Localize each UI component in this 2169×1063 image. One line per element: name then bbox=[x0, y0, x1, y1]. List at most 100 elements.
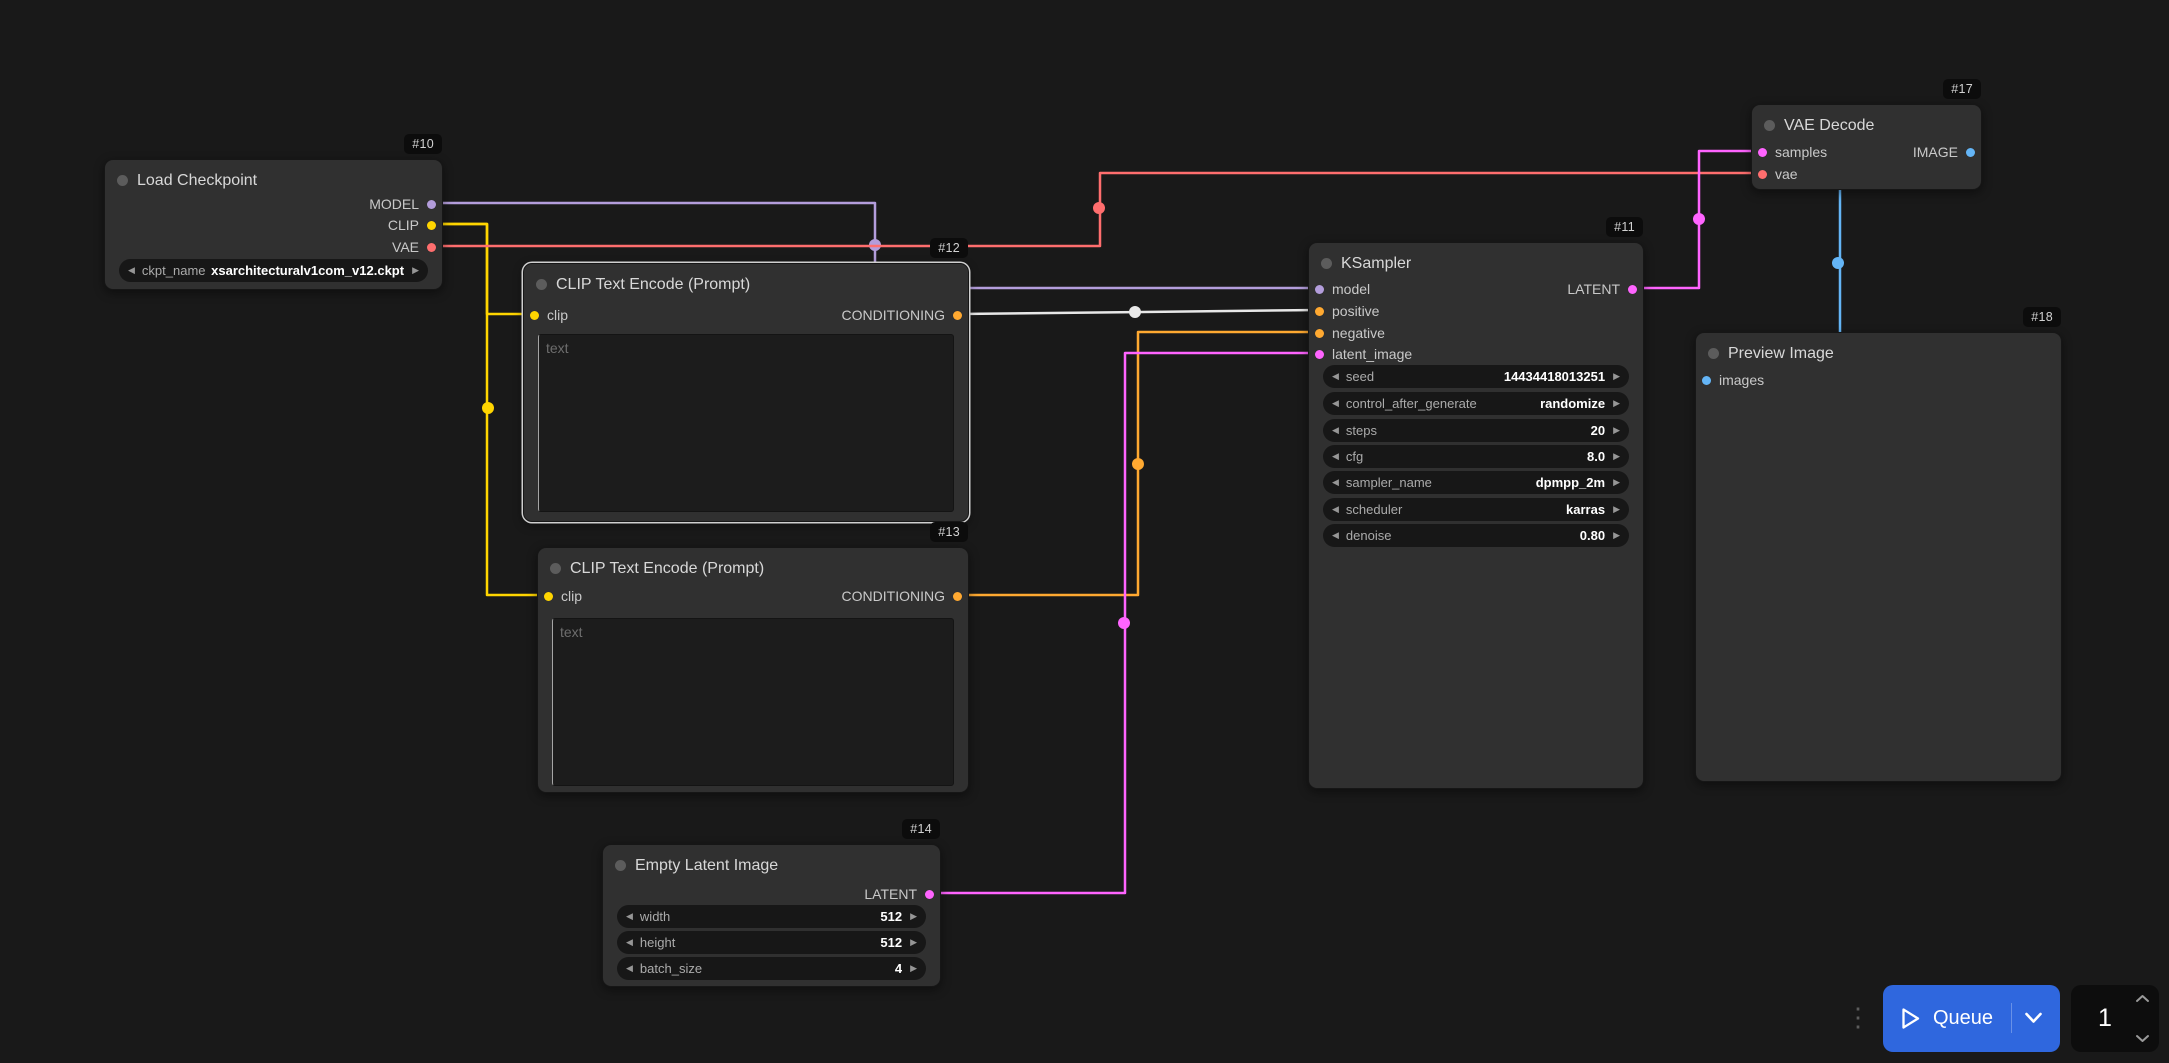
node-load-checkpoint[interactable]: #10 Load Checkpoint MODEL CLIP VAE ◀ ckp… bbox=[104, 134, 443, 290]
node-preview-image[interactable]: #18 Preview Image images bbox=[1695, 307, 2062, 782]
widget-decrement-arrow-icon[interactable]: ◀ bbox=[1332, 372, 1339, 381]
widget-increment-arrow-icon[interactable]: ▶ bbox=[1613, 452, 1620, 461]
batch-count-value: 1 bbox=[2098, 1003, 2112, 1032]
link-dot-clip bbox=[482, 402, 494, 414]
link-dot-negative bbox=[1132, 458, 1144, 470]
widget-steps[interactable]: ◀ steps 20 ▶ bbox=[1323, 419, 1629, 442]
widget-increment-arrow-icon[interactable]: ▶ bbox=[412, 266, 419, 275]
node-title-bar[interactable]: VAE Decode bbox=[1752, 105, 1981, 137]
conditioning-slot-dot[interactable] bbox=[1315, 328, 1324, 338]
widget-increment-arrow-icon[interactable]: ▶ bbox=[1613, 478, 1620, 487]
widget-ckpt-name[interactable]: ◀ ckpt_name xsarchitecturalv1com_v12.ckp… bbox=[119, 259, 428, 282]
latent-slot-dot[interactable] bbox=[1315, 349, 1324, 359]
widget-batch-size[interactable]: ◀ batch_size 4 ▶ bbox=[617, 957, 926, 980]
collapse-toggle-icon[interactable] bbox=[117, 175, 128, 186]
model-slot-dot[interactable] bbox=[1315, 284, 1324, 294]
widget-decrement-arrow-icon[interactable]: ◀ bbox=[626, 964, 633, 973]
negative-prompt-text-input[interactable] bbox=[552, 618, 954, 786]
latent-slot-dot[interactable] bbox=[1628, 284, 1637, 294]
node-clip-text-encode-negative[interactable]: #13 CLIP Text Encode (Prompt) clip CONDI… bbox=[537, 522, 969, 793]
widget-decrement-arrow-icon[interactable]: ◀ bbox=[1332, 531, 1339, 540]
vae-slot-dot[interactable] bbox=[1758, 169, 1767, 179]
widget-decrement-arrow-icon[interactable]: ◀ bbox=[1332, 505, 1339, 514]
clip-slot-dot[interactable] bbox=[544, 591, 553, 601]
queue-controls: ⋮ Queue 1 bbox=[1844, 984, 2159, 1052]
collapse-toggle-icon[interactable] bbox=[1764, 120, 1775, 131]
node-vae-decode[interactable]: #17 VAE Decode samples IMAGE vae bbox=[1751, 79, 1982, 190]
widget-seed[interactable]: ◀ seed 14434418013251 ▶ bbox=[1323, 365, 1629, 388]
widget-increment-arrow-icon[interactable]: ▶ bbox=[1613, 426, 1620, 435]
increment-batch-chevron-up-icon[interactable] bbox=[2135, 994, 2150, 1003]
widget-label: scheduler bbox=[1345, 502, 1403, 517]
widget-height[interactable]: ◀ height 512 ▶ bbox=[617, 931, 926, 954]
collapse-toggle-icon[interactable] bbox=[536, 279, 547, 290]
widget-value: 0.80 bbox=[1579, 528, 1606, 543]
widget-decrement-arrow-icon[interactable]: ◀ bbox=[1332, 478, 1339, 487]
collapse-toggle-icon[interactable] bbox=[615, 860, 626, 871]
widget-denoise[interactable]: ◀ denoise 0.80 ▶ bbox=[1323, 524, 1629, 547]
widget-value: karras bbox=[1566, 502, 1606, 517]
queue-options-chevron-down-icon[interactable] bbox=[2024, 1012, 2043, 1024]
widget-control-after-generate[interactable]: ◀ control_after_generate randomize ▶ bbox=[1323, 392, 1629, 415]
node-title-bar[interactable]: CLIP Text Encode (Prompt) bbox=[538, 548, 968, 580]
clip-slot-dot[interactable] bbox=[427, 220, 436, 230]
output-slot-clip: CLIP bbox=[388, 215, 436, 235]
link-dot-samples bbox=[1693, 213, 1705, 225]
widget-decrement-arrow-icon[interactable]: ◀ bbox=[1332, 452, 1339, 461]
widget-scheduler[interactable]: ◀ scheduler karras ▶ bbox=[1323, 498, 1629, 521]
positive-prompt-text-input[interactable] bbox=[538, 334, 954, 512]
widget-cfg[interactable]: ◀ cfg 8.0 ▶ bbox=[1323, 445, 1629, 468]
output-slot-conditioning: CONDITIONING bbox=[842, 305, 962, 325]
node-clip-text-encode-positive[interactable]: #12 CLIP Text Encode (Prompt) clip CONDI… bbox=[523, 238, 969, 522]
widget-value: 8.0 bbox=[1587, 449, 1606, 464]
image-slot-dot[interactable] bbox=[1966, 147, 1975, 157]
latent-slot-dot[interactable] bbox=[925, 889, 934, 899]
widget-increment-arrow-icon[interactable]: ▶ bbox=[1613, 505, 1620, 514]
input-slot-vae: vae bbox=[1758, 164, 1798, 184]
node-empty-latent-image[interactable]: #14 Empty Latent Image LATENT ◀ width 51… bbox=[602, 819, 941, 987]
conditioning-slot-dot[interactable] bbox=[1315, 306, 1324, 316]
node-id-badge: #11 bbox=[1606, 217, 1643, 237]
clip-slot-dot[interactable] bbox=[530, 310, 539, 320]
widget-increment-arrow-icon[interactable]: ▶ bbox=[910, 938, 917, 947]
image-slot-dot[interactable] bbox=[1702, 375, 1711, 385]
widget-label: cfg bbox=[1345, 449, 1364, 464]
widget-decrement-arrow-icon[interactable]: ◀ bbox=[1332, 426, 1339, 435]
node-ksampler[interactable]: #11 KSampler model LATENT positive negat… bbox=[1308, 217, 1644, 789]
widget-increment-arrow-icon[interactable]: ▶ bbox=[910, 964, 917, 973]
widget-label: height bbox=[639, 935, 676, 950]
widget-decrement-arrow-icon[interactable]: ◀ bbox=[128, 266, 135, 275]
collapse-toggle-icon[interactable] bbox=[1708, 348, 1719, 359]
widget-label: sampler_name bbox=[1345, 475, 1432, 490]
input-slot-samples: samples bbox=[1758, 142, 1827, 162]
widget-label: width bbox=[639, 909, 671, 924]
conditioning-slot-dot[interactable] bbox=[953, 310, 962, 320]
collapse-toggle-icon[interactable] bbox=[1321, 258, 1332, 269]
widget-sampler-name[interactable]: ◀ sampler_name dpmpp_2m ▶ bbox=[1323, 471, 1629, 494]
collapse-toggle-icon[interactable] bbox=[550, 563, 561, 574]
widget-decrement-arrow-icon[interactable]: ◀ bbox=[626, 938, 633, 947]
widget-increment-arrow-icon[interactable]: ▶ bbox=[910, 912, 917, 921]
node-title-bar[interactable]: Load Checkpoint bbox=[105, 160, 442, 192]
widget-width[interactable]: ◀ width 512 ▶ bbox=[617, 905, 926, 928]
widget-decrement-arrow-icon[interactable]: ◀ bbox=[626, 912, 633, 921]
node-title-bar[interactable]: CLIP Text Encode (Prompt) bbox=[524, 264, 968, 296]
queue-button[interactable]: Queue bbox=[1883, 984, 2060, 1052]
widget-increment-arrow-icon[interactable]: ▶ bbox=[1613, 372, 1620, 381]
decrement-batch-chevron-down-icon[interactable] bbox=[2135, 1034, 2150, 1043]
conditioning-slot-dot[interactable] bbox=[953, 591, 962, 601]
node-title-bar[interactable]: Preview Image bbox=[1696, 333, 2061, 365]
widget-value: 512 bbox=[880, 935, 903, 950]
input-slot-clip: clip bbox=[530, 305, 568, 325]
vae-slot-dot[interactable] bbox=[427, 242, 436, 252]
slot-label: vae bbox=[1775, 166, 1798, 182]
node-title-bar[interactable]: Empty Latent Image bbox=[603, 845, 940, 877]
node-title-bar[interactable]: KSampler bbox=[1309, 243, 1643, 275]
widget-decrement-arrow-icon[interactable]: ◀ bbox=[1332, 399, 1339, 408]
widget-increment-arrow-icon[interactable]: ▶ bbox=[1613, 399, 1620, 408]
batch-count-box[interactable]: 1 bbox=[2071, 984, 2159, 1052]
latent-slot-dot[interactable] bbox=[1758, 147, 1767, 157]
model-slot-dot[interactable] bbox=[427, 199, 436, 209]
drag-handle-icon[interactable]: ⋮ bbox=[1844, 1004, 1872, 1030]
widget-increment-arrow-icon[interactable]: ▶ bbox=[1613, 531, 1620, 540]
